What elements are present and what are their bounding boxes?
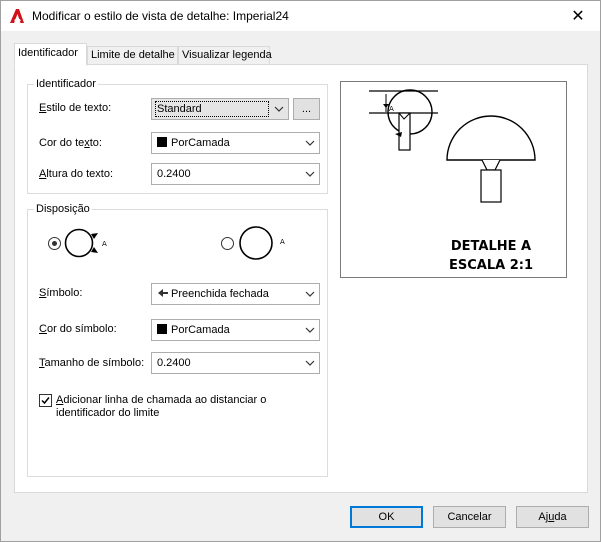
- symbol-size-combo[interactable]: 0.2400: [151, 352, 320, 374]
- text-style-label: Estilo de texto:: [39, 102, 112, 114]
- tab-limite-de-detalhe[interactable]: Limite de detalhe: [87, 46, 178, 65]
- color-swatch: [157, 137, 167, 147]
- preview-caption-line1: DETALHE A: [451, 239, 531, 254]
- marker-letter: A: [389, 105, 394, 113]
- help-button[interactable]: Ajuda: [516, 506, 589, 528]
- ok-label: OK: [378, 511, 395, 523]
- symbol-color-label: Cor do símbolo:: [39, 323, 117, 335]
- identifier-group-title: Identificador: [34, 78, 98, 90]
- cancel-button[interactable]: Cancelar: [433, 506, 506, 528]
- leader-line-checkbox[interactable]: [39, 394, 52, 407]
- layout-group-title: Disposição: [34, 203, 92, 215]
- symbol-with-arrows-icon: A: [64, 228, 107, 258]
- symbol-letter-2: A: [280, 238, 285, 246]
- symbol-color-dropdown[interactable]: PorCamada: [151, 319, 320, 341]
- dialog-window: Modificar o estilo de vista de detalhe: …: [0, 0, 601, 542]
- text-color-dropdown[interactable]: PorCamada: [151, 132, 320, 154]
- symbol-letter-1: A: [102, 240, 107, 248]
- text-height-label: Altura do texto:: [39, 168, 113, 180]
- text-height-value: 0.2400: [157, 168, 191, 180]
- chevron-down-icon: [305, 140, 315, 146]
- text-style-browse-button[interactable]: ...: [293, 98, 320, 120]
- autocad-logo-icon: [10, 9, 24, 23]
- preview-panel: A DETALHE A ESCALA 2:1: [340, 81, 567, 278]
- symbol-size-label: Tamanho de símbolo:: [39, 357, 145, 369]
- cancel-label: Cancelar: [447, 511, 492, 523]
- layout-option-1-radio[interactable]: [48, 237, 61, 250]
- tab-identificador[interactable]: Identificador: [14, 43, 87, 66]
- tab-visualizar-legenda[interactable]: Visualizar legenda: [178, 46, 272, 65]
- leader-line-label-line1: Adicionar linha de chamada ao distanciar…: [56, 394, 267, 406]
- chevron-down-icon: [305, 291, 315, 297]
- preview-caption-line2: ESCALA 2:1: [449, 258, 533, 273]
- chevron-down-icon: [305, 171, 315, 177]
- symbol-size-value: 0.2400: [157, 357, 191, 369]
- leader-line-label-line2: identificador do limite: [56, 407, 160, 419]
- window-title: Modificar o estilo de vista de detalhe: …: [32, 9, 289, 23]
- symbol-color-value: PorCamada: [157, 324, 230, 336]
- help-label: Ajuda: [538, 511, 567, 523]
- filled-arrow-icon: [158, 289, 168, 297]
- symbol-label: Símbolo:: [39, 287, 83, 299]
- text-style-value: Standard: [155, 101, 269, 117]
- title-bar: Modificar o estilo de vista de detalhe: …: [1, 1, 600, 31]
- chevron-down-icon: [305, 360, 315, 366]
- text-color-value: PorCamada: [157, 137, 230, 149]
- symbol-value: Preenchida fechada: [157, 288, 269, 300]
- layout-option-2-radio[interactable]: [221, 237, 234, 250]
- symbol-without-arrows-icon: A: [239, 226, 285, 260]
- checkmark-icon: [41, 397, 50, 405]
- close-button[interactable]: ✕: [560, 3, 596, 29]
- color-swatch: [157, 324, 167, 334]
- chevron-down-icon: [305, 327, 315, 333]
- text-style-dropdown[interactable]: Standard: [151, 98, 289, 120]
- symbol-dropdown[interactable]: Preenchida fechada: [151, 283, 320, 305]
- browse-label: ...: [301, 103, 312, 115]
- ok-button[interactable]: OK: [350, 506, 423, 528]
- close-icon: ✕: [571, 8, 585, 25]
- text-height-combo[interactable]: 0.2400: [151, 163, 320, 185]
- text-color-label: Cor do texto:: [39, 137, 102, 149]
- detail-view-preview-drawing: A DETALHE A ESCALA 2:1: [369, 89, 536, 273]
- chevron-down-icon: [274, 106, 284, 112]
